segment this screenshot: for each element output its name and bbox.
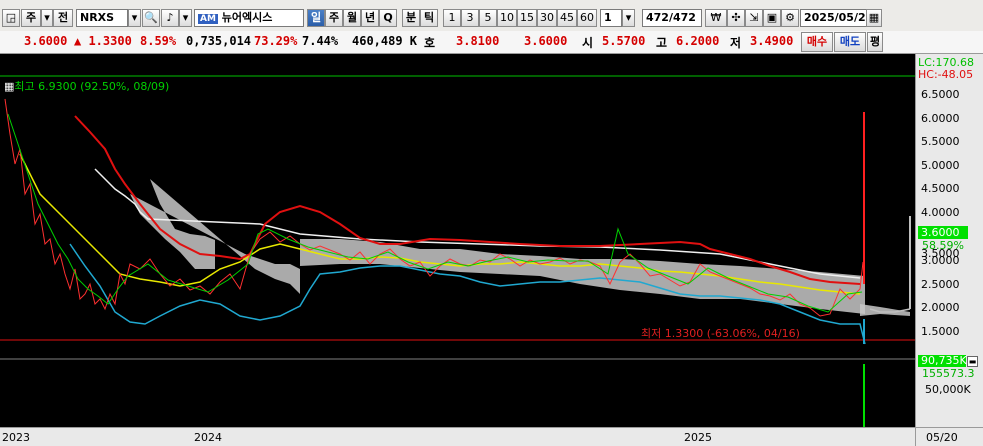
interval-3[interactable]: 3	[461, 9, 479, 27]
period-week[interactable]: 주	[325, 9, 343, 27]
gear-icon[interactable]: ⚙	[781, 9, 799, 27]
period-month[interactable]: 월	[343, 9, 361, 27]
x-axis-corner: 05/20	[915, 427, 983, 446]
price-tag: 3.6000	[918, 226, 968, 239]
price-tick: 2.0000	[921, 301, 960, 314]
volume-tag2: 155573.3	[922, 367, 975, 380]
quote-row: 3.6000 ▲ 1.3300 8.59% 0,735,014 73.29% 7…	[0, 31, 983, 54]
interval-30[interactable]: 30	[537, 9, 557, 27]
low-note: 최저 1.3300 (-63.06%, 04/16)	[641, 327, 800, 340]
interval-45[interactable]: 45	[557, 9, 577, 27]
full-button[interactable]: 전	[53, 9, 73, 27]
period-day[interactable]: 일	[307, 9, 325, 27]
period-quarter[interactable]: Q	[379, 9, 397, 27]
x-label-date: 05/20	[926, 431, 958, 444]
change-percent: 8.59%	[140, 34, 177, 48]
calendar-icon[interactable]: ▦	[866, 9, 882, 27]
price-tick: 2.5000	[921, 278, 960, 291]
price-change: ▲ 1.3300	[74, 34, 132, 48]
high-price: 6.2000	[676, 34, 720, 48]
bid-price: 3.8100	[456, 34, 500, 48]
x-label-2024: 2024	[194, 431, 222, 444]
interval-60[interactable]: 60	[577, 9, 597, 27]
bid-label: 호	[424, 36, 436, 50]
interval-10[interactable]: 10	[497, 9, 517, 27]
price-tick: 5.5000	[921, 135, 960, 148]
chart-area[interactable]: ▦최고 6.9300 (92.50%, 08/09) 최저 1.3300 (-6…	[0, 54, 983, 445]
date-input[interactable]: 2025/05/2	[800, 9, 868, 27]
ticker-dropdown-icon[interactable]: ▾	[128, 9, 141, 27]
step-dropdown-icon[interactable]: ▾	[622, 9, 635, 27]
volume: 0,735,014	[186, 34, 252, 48]
x-label-2025: 2025	[684, 431, 712, 444]
low-price: 3.4900	[750, 34, 794, 48]
period-tick[interactable]: 틱	[420, 9, 438, 27]
price-tick: 6.5000	[921, 88, 960, 101]
x-label-2023: 2023	[2, 431, 30, 444]
price-tick: 5.0000	[921, 159, 960, 172]
interval-15[interactable]: 15	[517, 9, 537, 27]
price-tick: 3.5000	[921, 247, 960, 260]
price-tick: 6.0000	[921, 112, 960, 125]
interval-1[interactable]: 1	[443, 9, 461, 27]
turnover-percent: 73.29%	[254, 34, 298, 48]
price-tick: 4.5000	[921, 182, 960, 195]
currency-icon[interactable]: ₩	[705, 9, 727, 27]
price-chart-svg	[0, 75, 915, 427]
high-label: 고	[656, 36, 668, 50]
x-axis: 2023 2024 2025	[0, 427, 915, 446]
avg-button[interactable]: 평	[867, 32, 883, 52]
chevron-down-icon[interactable]: ▾	[41, 9, 53, 27]
market-button[interactable]: 주	[21, 9, 41, 27]
link-icon[interactable]: ✣	[727, 9, 745, 27]
amount: 460,489 K	[352, 34, 418, 48]
am-badge: AM	[198, 14, 218, 24]
period-minute[interactable]: 분	[402, 9, 420, 27]
high-note: ▦최고 6.9300 (92.50%, 08/09)	[4, 80, 170, 93]
step-input[interactable]: 1	[600, 9, 622, 27]
window-icon[interactable]: ◲	[2, 9, 20, 27]
current-price: 3.6000	[24, 34, 68, 48]
ratio: 7.44%	[302, 34, 339, 48]
compare-icon[interactable]: ⇲	[745, 9, 763, 27]
open-label: 시	[582, 36, 594, 50]
save-icon[interactable]: ▣	[763, 9, 781, 27]
ticker-input[interactable]: NRXS	[76, 9, 128, 27]
ask-price: 3.6000	[524, 34, 568, 48]
price-tick: 1.5000	[921, 325, 960, 338]
price-tick: 4.0000	[921, 206, 960, 219]
company-name-field: AM 뉴어엑시스	[194, 9, 304, 27]
period-year[interactable]: 년	[361, 9, 379, 27]
hc-label: HC:-48.05	[918, 68, 974, 81]
collapse-icon[interactable]: ▬	[967, 356, 978, 367]
toolbar: ◲ 주 ▾ 전 NRXS ▾ 🔍 ♪ ▾ AM 뉴어엑시스 일 주 월 년 Q …	[0, 0, 983, 32]
volume-tag: 90,735K	[918, 355, 967, 367]
interval-5[interactable]: 5	[479, 9, 497, 27]
flag-icon: ▦	[4, 80, 15, 93]
sound-icon[interactable]: ♪	[161, 9, 179, 27]
bar-counter: 472/472	[642, 9, 702, 27]
buy-button[interactable]: 매수	[801, 32, 833, 52]
search-icon[interactable]: 🔍	[142, 9, 160, 27]
open-price: 5.5700	[602, 34, 646, 48]
sell-button[interactable]: 매도	[834, 32, 866, 52]
volume-tick: 50,000K	[925, 383, 971, 396]
sound-dropdown-icon[interactable]: ▾	[179, 9, 192, 27]
low-label: 저	[730, 36, 742, 50]
company-name: 뉴어엑시스	[221, 11, 273, 24]
